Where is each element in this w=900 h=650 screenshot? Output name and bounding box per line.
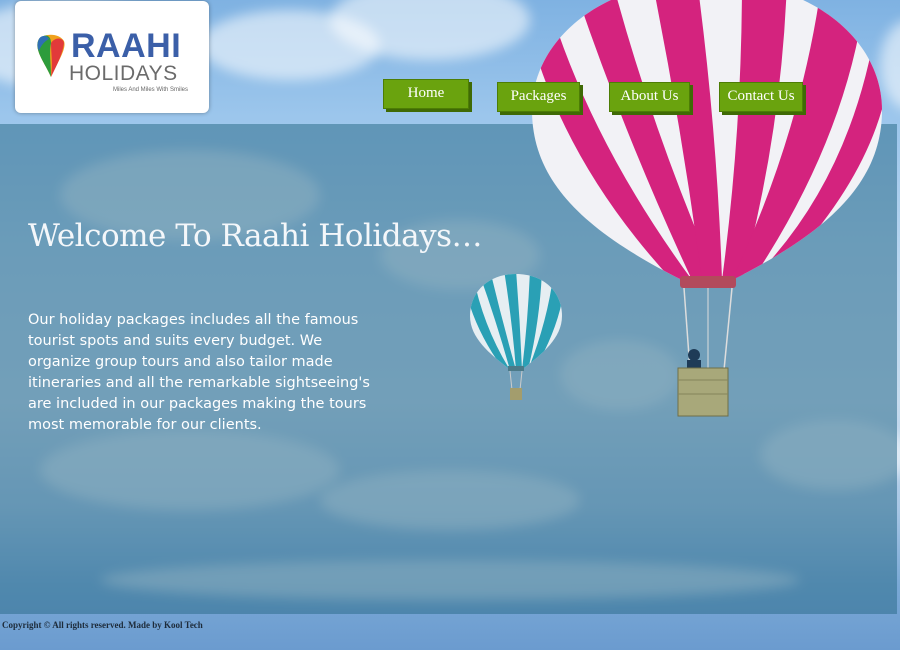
logo-subtitle: HOLIDAYS	[69, 62, 178, 85]
nav-about-button[interactable]: About Us	[609, 82, 690, 112]
logo-title: RAAHI	[71, 27, 182, 65]
logo-tagline: Miles And Miles With Smiles	[113, 87, 189, 93]
logo[interactable]: RAAHI HOLIDAYS Miles And Miles With Smil…	[15, 1, 209, 113]
footer-copyright: Copyright © All rights reserved. Made by…	[2, 620, 203, 630]
intro-paragraph: Our holiday packages includes all the fa…	[28, 312, 370, 433]
logo-balloon-mark-icon	[37, 34, 65, 77]
page-heading: Welcome To Raahi Holidays…	[28, 218, 483, 254]
nav-packages-button[interactable]: Packages	[497, 82, 580, 112]
hot-air-balloon-large	[532, 0, 882, 417]
nav-contact-button[interactable]: Contact Us	[719, 82, 803, 112]
hot-air-balloon-small	[470, 274, 562, 400]
nav-home-button[interactable]: Home	[383, 79, 469, 109]
